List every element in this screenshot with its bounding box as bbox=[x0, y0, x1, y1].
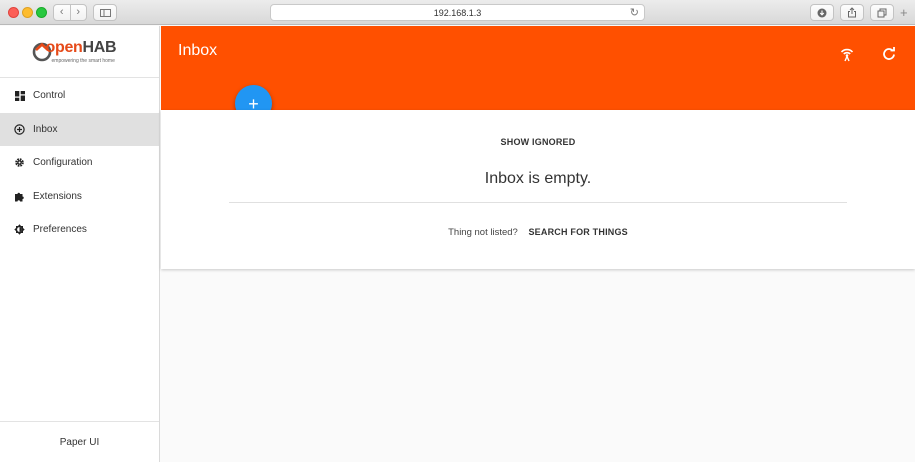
logo-text-suffix: HAB bbox=[82, 38, 117, 56]
search-for-things-button[interactable]: SEARCH FOR THINGS bbox=[528, 227, 627, 237]
puzzle-icon bbox=[14, 191, 25, 202]
tabs-overview-button[interactable] bbox=[870, 4, 894, 21]
sidebar-item-label: Inbox bbox=[33, 123, 58, 135]
download-icon bbox=[817, 8, 827, 17]
brightness-icon bbox=[14, 224, 25, 235]
sidebar-item-preferences[interactable]: Preferences bbox=[0, 213, 159, 247]
thing-not-listed-row: Thing not listed? SEARCH FOR THINGS bbox=[161, 227, 915, 238]
reload-icon[interactable]: ↻ bbox=[630, 6, 639, 19]
sidebar-item-extensions[interactable]: Extensions bbox=[0, 180, 159, 214]
tabs-icon bbox=[877, 8, 887, 17]
zoom-window-button[interactable] bbox=[36, 7, 47, 18]
gear-icon bbox=[14, 157, 25, 168]
new-tab-icon[interactable]: + bbox=[900, 6, 908, 19]
sidebar-item-label: Control bbox=[33, 90, 66, 102]
inbox-empty-message: Inbox is empty. bbox=[484, 170, 592, 187]
sidebar-footer: Paper UI bbox=[0, 421, 159, 462]
back-icon[interactable]: ‹ bbox=[54, 5, 70, 20]
sidebar: openHAB empowering the smart home Contro… bbox=[0, 26, 160, 462]
address-bar[interactable]: 192.168.1.3 ↻ bbox=[270, 4, 645, 21]
sidebar-toggle-button[interactable] bbox=[93, 4, 117, 21]
forward-icon[interactable]: › bbox=[69, 5, 87, 20]
sidebar-item-label: Extensions bbox=[33, 190, 82, 202]
logo-text-prefix: open bbox=[45, 38, 83, 56]
downloads-button[interactable] bbox=[810, 4, 834, 21]
sidebar-icon bbox=[99, 8, 111, 17]
dashboard-icon bbox=[14, 90, 25, 101]
sidebar-item-inbox[interactable]: Inbox bbox=[0, 112, 159, 146]
page-title: Inbox bbox=[178, 42, 218, 59]
close-window-button[interactable] bbox=[8, 7, 19, 18]
sidebar-item-control[interactable]: Control bbox=[0, 79, 159, 113]
openhab-logo[interactable]: openHAB empowering the smart home bbox=[0, 26, 159, 78]
add-circle-icon bbox=[14, 124, 25, 135]
browser-titlebar: ‹ › 192.168.1.3 ↻ + bbox=[0, 0, 915, 25]
inbox-card: SHOW IGNORED Inbox is empty. Thing not l… bbox=[161, 110, 915, 269]
sidebar-item-configuration[interactable]: Configuration bbox=[0, 146, 159, 180]
url-text: 192.168.1.3 bbox=[433, 7, 482, 18]
refresh-icon[interactable] bbox=[880, 45, 898, 63]
share-icon bbox=[848, 7, 856, 18]
sidebar-item-label: Configuration bbox=[33, 157, 93, 169]
sidebar-menu: Control Inbox Configuration Extensions P… bbox=[0, 79, 159, 247]
show-ignored-button[interactable]: SHOW IGNORED bbox=[161, 137, 915, 147]
nav-buttons: ‹ › bbox=[53, 4, 87, 21]
divider bbox=[229, 202, 847, 203]
sidebar-item-label: Preferences bbox=[33, 224, 87, 236]
share-button[interactable] bbox=[840, 4, 864, 21]
app-header: Inbox bbox=[161, 26, 915, 110]
thing-not-listed-text: Thing not listed? bbox=[448, 227, 518, 238]
logo-tagline: empowering the smart home bbox=[51, 57, 115, 64]
minimize-window-button[interactable] bbox=[22, 7, 33, 18]
discovery-icon[interactable] bbox=[838, 45, 856, 63]
